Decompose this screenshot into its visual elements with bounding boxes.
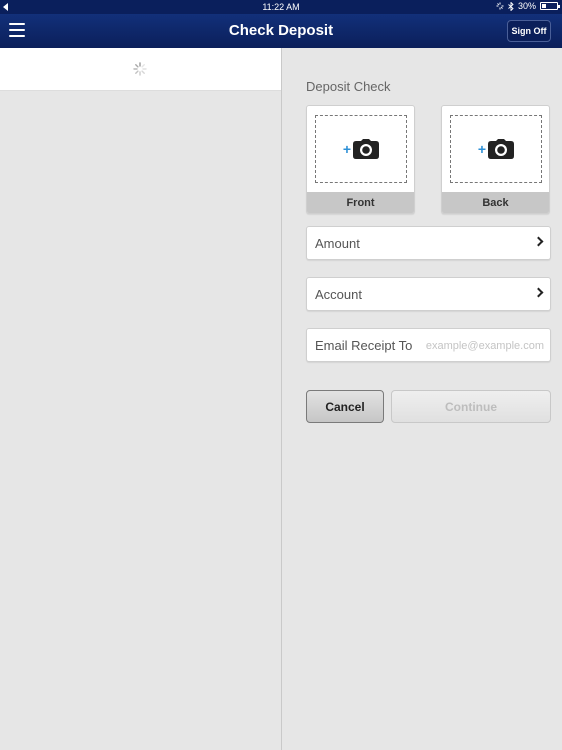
amount-row[interactable]: Amount [306, 226, 551, 260]
deposit-form-panel: Deposit Check + Front + Back Amount Acco… [282, 48, 562, 750]
activity-icon [496, 2, 504, 10]
section-title: Deposit Check [306, 79, 391, 94]
account-label: Account [315, 286, 362, 302]
plus-icon: + [477, 141, 487, 157]
email-receipt-row: Email Receipt To [306, 328, 551, 362]
battery-percent: 30% [517, 1, 536, 11]
chevron-right-icon [533, 236, 544, 247]
cancel-button[interactable]: Cancel [306, 390, 384, 423]
capture-frame: + [315, 115, 407, 183]
amount-label: Amount [315, 235, 360, 251]
battery-level-fill [542, 4, 547, 8]
page-title: Check Deposit [228, 22, 334, 39]
status-time: 11:22 AM [262, 2, 300, 12]
camera-icon [353, 139, 380, 159]
email-receipt-input[interactable] [416, 337, 544, 355]
continue-button[interactable]: Continue [391, 390, 551, 423]
sign-off-button[interactable]: Sign Off [507, 20, 551, 42]
status-indicators: 30% [496, 1, 560, 11]
email-receipt-label: Email Receipt To [315, 337, 413, 353]
status-bar: 11:22 AM 30% [0, 0, 562, 14]
left-panel-header [0, 48, 281, 91]
left-panel [0, 48, 281, 750]
battery-icon [540, 2, 560, 10]
chevron-right-icon [533, 287, 544, 298]
front-capture-button[interactable]: + Front [306, 105, 415, 214]
nav-bar: Check Deposit Sign Off [0, 14, 562, 48]
camera-icon [488, 139, 515, 159]
back-capture-button[interactable]: + Back [441, 105, 550, 214]
back-label: Back [442, 192, 549, 213]
plus-icon: + [342, 141, 352, 157]
hamburger-menu-icon[interactable] [9, 23, 25, 37]
capture-frame: + [450, 115, 542, 183]
account-row[interactable]: Account [306, 277, 551, 311]
bluetooth-icon [508, 1, 514, 11]
front-label: Front [307, 192, 414, 213]
loading-spinner-icon [133, 62, 147, 76]
